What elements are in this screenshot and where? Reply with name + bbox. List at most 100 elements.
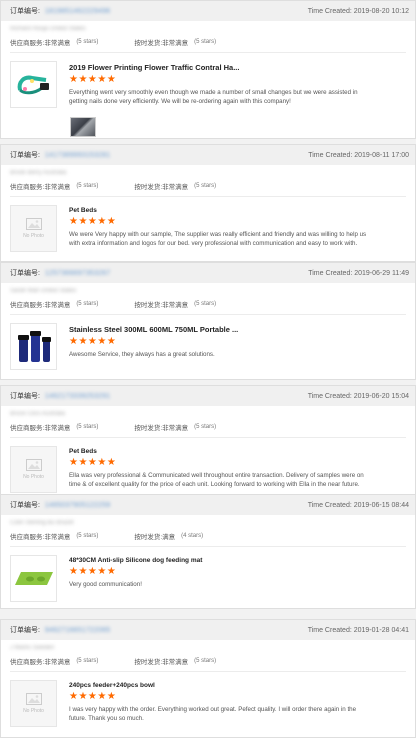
product-review: Stainless Steel 300ML 600ML 750ML Portab… [1,315,415,370]
service-rating-label: 供应商服务: [10,184,45,191]
product-review: 48*30CM Anti-slip Silicone dog feeding m… [1,547,415,602]
order-no-label: 订单编号: [10,502,40,509]
time-created: Time Created: 2019-01-28 04:41 [307,626,409,634]
product-title-link[interactable]: 240pcs feeder+240pcs bowl [69,682,406,689]
service-rating: 供应商服务: 非常满意 (5 stars) [10,299,98,309]
shipping-rating-stars: (5 stars) [194,39,217,45]
ratings-row: 供应商服务: 非常满意 (5 stars) 按时发货: 非常满意 (5 star… [1,420,415,432]
order-header: 订单编号: 9462716651722065 Time Created: 201… [1,620,415,640]
order-card: 订单编号: 1465037905122259 Time Created: 201… [0,494,416,609]
order-card: 订单编号: 1819851462229496 Time Created: 201… [0,0,416,139]
product-title-link[interactable]: Pet Beds [69,207,406,214]
review-comment: We were Very happy with our sample, The … [69,231,367,247]
order-no-label: 订单编号: [10,627,40,634]
product-review: No Photo Pet Beds ★★★★★ We were Very hap… [1,197,415,252]
star-rating: ★★★★★ [69,566,117,577]
no-photo-label: No Photo [23,474,44,480]
buyer-name: Colin Sterling Bu Brazet [10,520,74,526]
time-created: Time Created: 2019-08-20 10:12 [307,7,409,15]
order-header: 订单编号: 1465037905122259 Time Created: 201… [1,495,415,515]
image-placeholder-icon [25,693,42,705]
no-photo-label: No Photo [23,708,44,714]
shipping-rating: 按时发货: 非常满意 (5 stars) [134,299,216,309]
buyer-name: Richard Hooja United States [10,26,86,32]
order-card: 订单编号: 1417389993153281 Time Created: 201… [0,144,416,262]
shipping-rating-stars: (5 stars) [194,301,217,307]
product-thumbnail[interactable] [10,555,57,602]
service-rating: 供应商服务: 非常满意 (5 stars) [10,656,98,666]
shipping-rating-label: 按时发货: [134,302,163,309]
service-rating-value: 非常满意 [44,184,71,191]
product-title-link[interactable]: 48*30CM Anti-slip Silicone dog feeding m… [69,557,406,564]
product-thumbnail[interactable] [10,61,57,108]
shipping-rating-value: 满意 [162,534,176,541]
product-thumbnail[interactable]: No Photo [10,205,57,252]
water-bottle-image [17,330,51,362]
order-number-link[interactable]: 1465037905122259 [45,502,111,509]
buyer-name: Sarah Mall United States [10,288,77,294]
service-rating: 供应商服务: 非常满意 (5 stars) [10,181,98,191]
buyer-name: Brook Berry Australia [10,170,67,176]
product-title-link[interactable]: Stainless Steel 300ML 600ML 750ML Portab… [69,325,406,334]
silicone-mat-image [14,571,53,585]
review-comment: Very good communication! [69,581,142,588]
service-rating-value: 非常满意 [44,534,71,541]
star-rating: ★★★★★ [69,216,117,227]
shipping-rating-value: 非常满意 [162,184,189,191]
review-photo[interactable] [70,117,96,137]
product-title-link[interactable]: 2019 Flower Printing Flower Traffic Cont… [69,63,406,72]
service-rating-label: 供应商服务: [10,534,45,541]
order-number-link[interactable]: 1257366697353267 [45,270,111,277]
order-card: 订单编号: 9462716651722065 Time Created: 201… [0,619,416,738]
order-header: 订单编号: 1417389993153281 Time Created: 201… [1,145,415,165]
order-no-label: 订单编号: [10,393,40,400]
service-rating-label: 供应商服务: [10,302,45,309]
ratings-row: 供应商服务: 非常满意 (5 stars) 按时发货: 非常满意 (5 star… [1,35,415,47]
product-thumbnail[interactable]: No Photo [10,680,57,727]
order-number-link[interactable]: 1819851462229496 [45,8,111,15]
ratings-row: 供应商服务: 非常满意 (5 stars) 按时发货: 满意 (4 stars) [1,529,415,541]
product-review: 2019 Flower Printing Flower Traffic Cont… [1,53,415,108]
order-number-link[interactable]: 1417389993153281 [45,152,111,159]
time-created: Time Created: 2019-06-29 11:49 [308,269,409,277]
shipping-rating-label: 按时发货: [134,184,163,191]
image-placeholder-icon [25,218,42,230]
time-created: Time Created: 2019-08-11 17:00 [308,151,409,159]
time-created: Time Created: 2019-06-20 15:04 [307,392,409,400]
service-rating: 供应商服务: 非常满意 (5 stars) [10,531,98,541]
ratings-row: 供应商服务: 非常满意 (5 stars) 按时发货: 非常满意 (5 star… [1,297,415,309]
service-rating-stars: (5 stars) [76,658,99,664]
ratings-row: 供应商服务: 非常满意 (5 stars) 按时发货: 非常满意 (5 star… [1,179,415,191]
order-no-label: 订单编号: [10,270,40,277]
product-thumbnail[interactable]: No Photo [10,446,57,493]
shipping-rating-value: 非常满意 [162,40,189,47]
order-number-link[interactable]: 1462173339253291 [45,393,111,400]
product-review: No Photo Pet Beds ★★★★★ Ella was very pr… [1,438,415,493]
product-thumbnail[interactable] [10,323,57,370]
buyer-name: J Marks Sweden [10,645,55,651]
shipping-rating-value: 非常满意 [162,302,189,309]
shipping-rating: 按时发货: 满意 (4 stars) [134,531,203,541]
star-rating: ★★★★★ [69,336,117,347]
shipping-rating-stars: (5 stars) [194,183,217,189]
shipping-rating-stars: (5 stars) [194,658,217,664]
shipping-rating-stars: (4 stars) [181,533,204,539]
star-rating: ★★★★★ [69,457,117,468]
review-comment: Awesome Service, they always has a great… [69,351,215,358]
service-rating-label: 供应商服务: [10,659,45,666]
shipping-rating-label: 按时发货: [134,659,163,666]
ratings-row: 供应商服务: 非常满意 (5 stars) 按时发货: 非常满意 (5 star… [1,654,415,666]
service-rating-label: 供应商服务: [10,40,45,47]
buyer-name: Bruce Cliss Australia [10,411,66,417]
order-number-link[interactable]: 9462716651722065 [45,627,111,634]
service-rating-stars: (5 stars) [76,533,99,539]
order-header: 订单编号: 1257366697353267 Time Created: 201… [1,263,415,283]
service-rating-value: 非常满意 [44,40,71,47]
product-title-link[interactable]: Pet Beds [69,448,406,455]
shipping-rating: 按时发货: 非常满意 (5 stars) [134,656,216,666]
review-comment: I was very happy with the order. Everyth… [69,706,357,722]
shipping-rating-label: 按时发货: [134,425,163,432]
shipping-rating: 按时发货: 非常满意 (5 stars) [134,181,216,191]
order-header: 订单编号: 1462173339253291 Time Created: 201… [1,386,415,406]
shipping-rating-value: 非常满意 [162,425,189,432]
